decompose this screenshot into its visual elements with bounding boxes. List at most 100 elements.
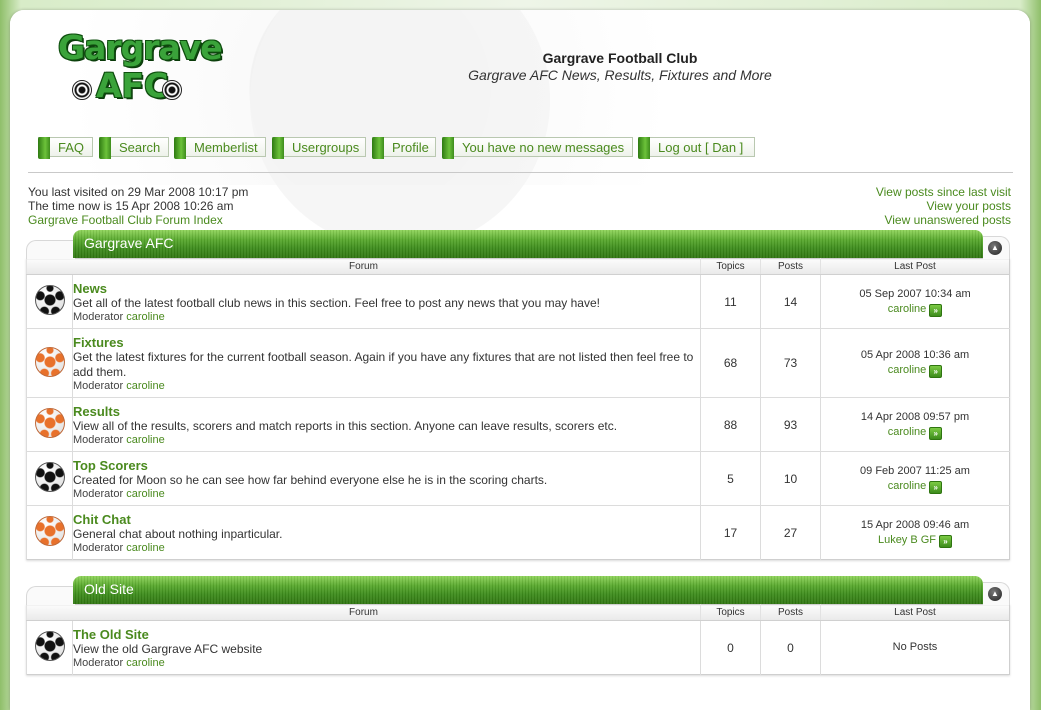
moderator-label: Moderator bbox=[73, 541, 124, 554]
category-header: Old Site ▲ bbox=[26, 576, 1010, 605]
last-post-user-link[interactable]: caroline bbox=[888, 364, 927, 376]
football-icon bbox=[162, 80, 182, 100]
forum-name-link[interactable]: News bbox=[73, 281, 700, 296]
category-old-site: Old Site ▲ Forum Topics Posts Last Post … bbox=[26, 576, 1010, 675]
moderator-label: Moderator bbox=[73, 433, 124, 446]
football-watermark bbox=[250, 10, 550, 250]
moderator-link[interactable]: caroline bbox=[126, 657, 165, 669]
forum-table: Forum Topics Posts Last Post The Old Sit… bbox=[26, 604, 1010, 675]
collapse-icon[interactable]: ▲ bbox=[988, 587, 1002, 601]
site-title: Gargrave Football Club bbox=[542, 50, 698, 66]
search-links: View posts since last visit View your po… bbox=[876, 185, 1011, 227]
nav-faq-button[interactable]: FAQ bbox=[38, 137, 93, 159]
header-divider bbox=[28, 172, 1013, 173]
goto-last-post-icon[interactable]: » bbox=[939, 534, 953, 548]
category-title[interactable]: Gargrave AFC bbox=[73, 230, 983, 258]
goto-last-post-icon[interactable]: » bbox=[929, 303, 943, 317]
forum-name-link[interactable]: Chit Chat bbox=[73, 512, 700, 527]
table-row: Results View all of the results, scorers… bbox=[26, 397, 1010, 452]
table-row: The Old Site View the old Gargrave AFC w… bbox=[26, 620, 1010, 675]
forum-index-link[interactable]: Gargrave Football Club Forum Index bbox=[28, 213, 248, 227]
category-header: Gargrave AFC ▲ bbox=[26, 230, 1010, 259]
topics-count: 0 bbox=[700, 620, 761, 675]
column-header-forum: Forum bbox=[26, 258, 701, 275]
forum-status-icon bbox=[34, 462, 65, 492]
moderator-label: Moderator bbox=[73, 310, 124, 323]
forum-description: View the old Gargrave AFC website bbox=[73, 641, 263, 656]
forum-description: Created for Moon so he can see how far b… bbox=[73, 472, 548, 487]
visit-info: You last visited on 29 Mar 2008 10:17 pm… bbox=[28, 185, 248, 227]
forum-name-link[interactable]: The Old Site bbox=[73, 627, 700, 642]
topics-count: 5 bbox=[700, 451, 761, 506]
posts-count: 0 bbox=[760, 620, 821, 675]
collapse-icon[interactable]: ▲ bbox=[988, 241, 1002, 255]
last-post-date: 09 Feb 2007 11:25 am bbox=[860, 464, 970, 477]
column-header-posts: Posts bbox=[760, 258, 821, 275]
nav-memberlist-button[interactable]: Memberlist bbox=[174, 137, 266, 159]
last-visit-text: You last visited on 29 Mar 2008 10:17 pm bbox=[28, 185, 249, 199]
forum-status-icon bbox=[34, 516, 65, 546]
goto-last-post-icon[interactable]: » bbox=[929, 365, 943, 378]
last-post-user-link[interactable]: Lukey B GF bbox=[878, 534, 936, 546]
forum-name-link[interactable]: Fixtures bbox=[73, 335, 700, 350]
moderator-link[interactable]: caroline bbox=[126, 434, 165, 446]
column-header-last-post: Last Post bbox=[820, 604, 1010, 621]
forum-description: General chat about nothing inparticular. bbox=[73, 526, 283, 541]
category-gargrave-afc: Gargrave AFC ▲ Forum Topics Posts Last P… bbox=[26, 230, 1010, 560]
last-post-date: 05 Sep 2007 10:34 am bbox=[859, 287, 971, 300]
last-post-date: 05 Apr 2008 10:36 am bbox=[860, 349, 970, 361]
moderator-label: Moderator bbox=[73, 379, 124, 392]
table-row: Top Scorers Created for Moon so he can s… bbox=[26, 451, 1010, 506]
moderator-link[interactable]: caroline bbox=[126, 311, 165, 323]
goto-last-post-icon[interactable]: » bbox=[929, 426, 943, 440]
nav-search-button[interactable]: Search bbox=[99, 137, 169, 159]
forum-status-icon bbox=[34, 346, 65, 377]
table-row: Fixtures Get the latest fixtures for the… bbox=[26, 328, 1010, 398]
view-your-posts-link[interactable]: View your posts bbox=[876, 199, 1012, 213]
table-row: News Get all of the latest football club… bbox=[26, 274, 1010, 329]
nav-usergroups-button[interactable]: Usergroups bbox=[272, 137, 366, 159]
goto-last-post-icon[interactable]: » bbox=[929, 480, 943, 494]
posts-count: 27 bbox=[760, 505, 821, 560]
last-post-date: 14 Apr 2008 09:57 pm bbox=[860, 410, 970, 423]
column-header-topics: Topics bbox=[700, 604, 761, 621]
forum-table: Forum Topics Posts Last Post News Get al… bbox=[26, 258, 1010, 560]
posts-count: 10 bbox=[760, 451, 821, 506]
topics-count: 17 bbox=[700, 505, 761, 560]
last-post-date: No Posts bbox=[892, 641, 938, 653]
topics-count: 68 bbox=[700, 328, 761, 398]
nav-profile-button[interactable]: Profile bbox=[372, 137, 436, 159]
nav-logout-button[interactable]: Log out [ Dan ] bbox=[638, 137, 755, 159]
column-header-last-post: Last Post bbox=[820, 258, 1010, 275]
moderator-link[interactable]: caroline bbox=[126, 542, 165, 554]
logo-text-top: Gargrave bbox=[58, 28, 223, 67]
last-post-user-link[interactable]: caroline bbox=[888, 303, 927, 315]
category-title[interactable]: Old Site bbox=[73, 576, 983, 604]
view-unanswered-posts-link[interactable]: View unanswered posts bbox=[876, 213, 1011, 227]
time-now-text: The time now is 15 Apr 2008 10:26 am bbox=[28, 199, 234, 213]
forum-description: View all of the results, scorers and mat… bbox=[73, 418, 618, 433]
forum-status-icon bbox=[34, 631, 65, 661]
posts-count: 73 bbox=[760, 328, 821, 398]
column-header-forum: Forum bbox=[26, 604, 701, 621]
moderator-label: Moderator bbox=[73, 656, 124, 669]
column-header-topics: Topics bbox=[700, 258, 761, 275]
posts-count: 93 bbox=[760, 397, 821, 452]
moderator-link[interactable]: caroline bbox=[126, 380, 165, 392]
last-post-user-link[interactable]: caroline bbox=[888, 480, 927, 492]
site-logo[interactable]: Gargrave AFC bbox=[56, 28, 223, 108]
forum-description: Get all of the latest football club news… bbox=[73, 295, 600, 310]
logo-text-bottom: AFC bbox=[96, 66, 169, 105]
last-post-date: 15 Apr 2008 09:46 am bbox=[860, 518, 970, 531]
page: Gargrave AFC Gargrave Football Club Garg… bbox=[10, 10, 1030, 710]
forum-name-link[interactable]: Top Scorers bbox=[73, 458, 700, 473]
posts-count: 14 bbox=[760, 274, 821, 329]
forum-name-link[interactable]: Results bbox=[73, 404, 700, 419]
moderator-link[interactable]: caroline bbox=[126, 488, 165, 500]
view-posts-since-last-visit-link[interactable]: View posts since last visit bbox=[876, 185, 1011, 199]
moderator-label: Moderator bbox=[73, 487, 124, 500]
forum-status-icon bbox=[34, 408, 65, 438]
last-post-user-link[interactable]: caroline bbox=[888, 426, 927, 438]
nav-messages-button[interactable]: You have no new messages bbox=[442, 137, 633, 159]
football-icon bbox=[72, 80, 92, 100]
